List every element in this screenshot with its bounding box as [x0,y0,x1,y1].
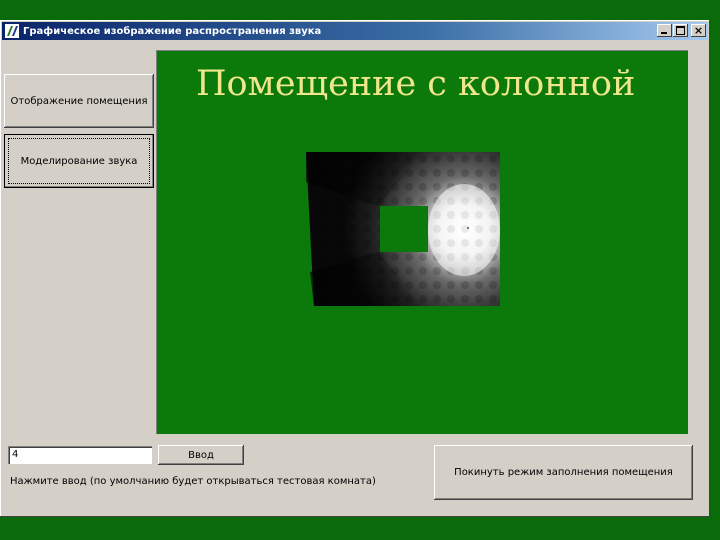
minimize-button[interactable] [657,24,672,37]
sound-modeling-button[interactable]: Моделирование звука [4,134,154,188]
app-icon [5,24,19,38]
room-number-input[interactable]: 4 [8,446,152,464]
maximize-icon [676,26,685,35]
maximize-button[interactable] [673,24,688,37]
minimize-icon [661,32,667,34]
window-controls: × [656,24,706,37]
title-bar[interactable]: Графическое изображение распространения … [2,22,708,40]
exit-fill-mode-button[interactable]: Покинуть режим заполнения помещения [434,445,693,500]
column [380,206,428,252]
exit-fill-mode-label: Покинуть режим заполнения помещения [454,467,673,478]
sound-propagation-image [306,152,500,306]
show-room-button[interactable]: Отображение помещения [4,74,154,128]
room-canvas[interactable]: Помещение с колонной [156,50,688,434]
hint-text: Нажмите ввод (по умолчанию будет открыва… [10,476,376,487]
enter-label: Ввод [188,449,214,461]
window-title: Графическое изображение распространения … [23,25,322,37]
room-title: Помещение с колонной [196,64,636,104]
show-room-label: Отображение помещения [10,95,148,107]
sound-modeling-label: Моделирование звука [20,155,138,167]
close-icon: × [693,24,704,37]
app-window: Графическое изображение распространения … [0,20,710,517]
enter-button[interactable]: Ввод [158,445,244,465]
close-button[interactable]: × [691,24,706,37]
